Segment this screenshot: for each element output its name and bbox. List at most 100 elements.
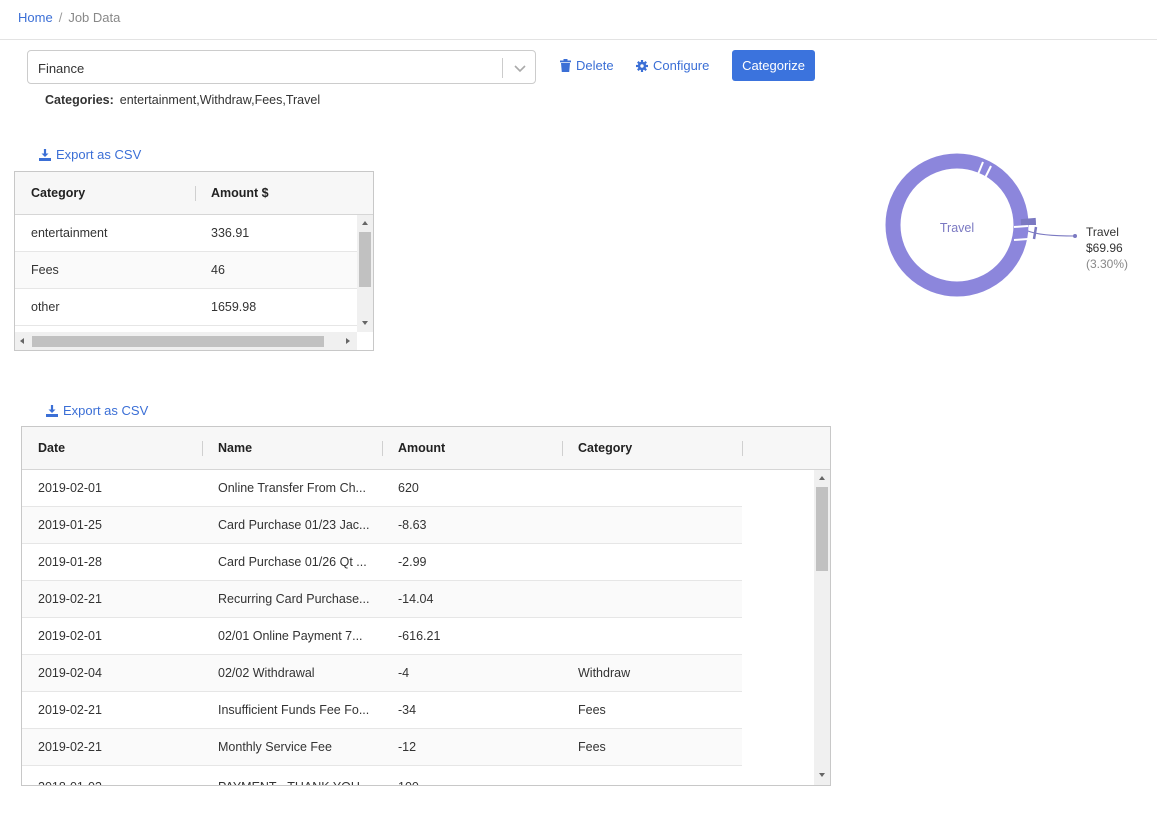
summary-export-csv-link[interactable]: Export as CSV — [39, 147, 141, 162]
cell-amount: 100 — [398, 769, 419, 785]
cell-name: Monthly Service Fee — [218, 740, 332, 754]
column-separator — [742, 441, 743, 456]
breadcrumb: Home / Job Data — [18, 10, 120, 25]
cell-date: 2018-01-03 — [38, 769, 102, 785]
summary-cell-amount: 1659.98 — [211, 300, 257, 314]
configure-label: Configure — [653, 58, 710, 73]
transactions-vertical-scroll-thumb[interactable] — [816, 487, 828, 571]
donut-center-label: Travel — [940, 221, 974, 235]
table-row[interactable]: entertainment 336.91 — [15, 215, 357, 252]
download-icon — [46, 404, 58, 417]
chevron-down-icon[interactable] — [512, 60, 528, 76]
summary-cell-category: entertainment — [31, 226, 108, 240]
donut-slice-gap — [1013, 238, 1029, 241]
cell-name: PAYMENT - THANK YOU — [218, 769, 360, 785]
scroll-up-arrow-icon[interactable] — [361, 221, 368, 225]
table-row[interactable]: Fees 46 — [15, 252, 357, 289]
column-separator — [562, 441, 563, 456]
cell-amount: -14.04 — [398, 592, 434, 606]
scroll-left-arrow-icon[interactable] — [20, 337, 24, 344]
column-separator — [202, 441, 203, 456]
gear-icon — [636, 59, 648, 72]
cell-amount: -8.63 — [398, 518, 427, 532]
cell-date: 2019-02-21 — [38, 592, 102, 606]
table-row[interactable]: 2019-01-28 Card Purchase 01/26 Qt ... -2… — [22, 544, 742, 581]
cell-category: Withdraw — [578, 666, 631, 680]
trash-icon — [560, 59, 571, 72]
cell-amount: -4 — [398, 666, 410, 680]
scroll-down-arrow-icon[interactable] — [818, 773, 825, 777]
scroll-right-arrow-icon[interactable] — [346, 337, 350, 344]
cell-category: Fees — [578, 703, 606, 717]
table-row[interactable]: 2019-02-01 Online Transfer From Ch... 62… — [22, 470, 742, 507]
cell-date: 2019-02-01 — [38, 481, 102, 495]
table-row[interactable]: 2019-02-21 Insufficient Funds Fee Fo... … — [22, 692, 742, 729]
summary-col-amount[interactable]: Amount $ — [211, 172, 269, 215]
cell-category: Fees — [578, 740, 606, 754]
cell-amount: -34 — [398, 703, 417, 717]
transactions-vertical-scrollbar[interactable] — [814, 470, 830, 785]
table-row[interactable]: 2019-02-21 Recurring Card Purchase... -1… — [22, 581, 742, 618]
donut-leader-dot — [1073, 234, 1077, 238]
cell-amount: -616.21 — [398, 629, 441, 643]
transactions-table: Date Name Amount Category 2019-02-01 Onl… — [21, 426, 831, 786]
transactions-col-name[interactable]: Name — [218, 427, 252, 470]
cell-name: Recurring Card Purchase... — [218, 592, 370, 606]
configure-button[interactable]: Configure — [636, 58, 709, 73]
table-row[interactable]: 2019-01-25 Card Purchase 01/23 Jac... -8… — [22, 507, 742, 544]
column-separator — [195, 186, 196, 201]
transactions-col-date[interactable]: Date — [38, 427, 65, 470]
breadcrumb-home-link[interactable]: Home — [18, 10, 53, 25]
categories-value: entertainment,Withdraw,Fees,Travel — [119, 93, 321, 107]
donut-slice-gap — [1013, 225, 1029, 228]
breadcrumb-separator: / — [58, 10, 63, 25]
scroll-down-arrow-icon[interactable] — [361, 321, 368, 325]
table-row[interactable]: 2019-02-01 02/01 Online Payment 7... -61… — [22, 618, 742, 655]
summary-horizontal-scrollbar[interactable] — [15, 332, 357, 350]
job-select-value: Finance — [38, 61, 85, 76]
categorize-button[interactable]: Categorize — [732, 50, 815, 81]
categories-line: Categories: entertainment,Withdraw,Fees,T… — [45, 93, 320, 107]
job-select[interactable]: Finance — [27, 50, 536, 84]
cell-amount: -2.99 — [398, 555, 427, 569]
cell-date: 2019-02-01 — [38, 629, 102, 643]
summary-col-category[interactable]: Category — [31, 172, 85, 215]
summary-cell-amount: 336.91 — [211, 226, 250, 240]
summary-horizontal-scroll-thumb[interactable] — [32, 336, 324, 347]
transactions-table-header: Date Name Amount Category — [22, 427, 830, 470]
donut-legend-name: Travel — [1086, 225, 1119, 239]
summary-cell-category: Fees — [31, 263, 59, 277]
donut-legend-percent: (3.30%) — [1086, 257, 1129, 271]
cell-date: 2019-02-04 — [38, 666, 102, 680]
cell-date: 2019-01-25 — [38, 518, 102, 532]
summary-table-header: Category Amount $ — [15, 172, 373, 215]
scroll-up-arrow-icon[interactable] — [818, 476, 825, 480]
cell-name: Online Transfer From Ch... — [218, 481, 366, 495]
transactions-export-label: Export as CSV — [63, 403, 149, 418]
download-icon — [39, 148, 51, 161]
cell-amount: 620 — [398, 481, 419, 495]
transactions-col-category[interactable]: Category — [578, 427, 632, 470]
cell-name: 02/01 Online Payment 7... — [218, 629, 363, 643]
summary-vertical-scrollbar[interactable] — [357, 215, 373, 332]
transactions-col-amount[interactable]: Amount — [398, 427, 445, 470]
summary-vertical-scroll-thumb[interactable] — [359, 232, 371, 287]
table-row[interactable]: 2018-01-03 PAYMENT - THANK YOU 100 — [22, 766, 742, 785]
cell-date: 2019-02-21 — [38, 740, 102, 754]
cell-name: Card Purchase 01/23 Jac... — [218, 518, 370, 532]
table-row[interactable]: 2019-02-21 Monthly Service Fee -12 Fees — [22, 729, 742, 766]
table-row[interactable]: other 1659.98 — [15, 289, 357, 326]
header-divider — [0, 39, 1157, 40]
summary-table: Category Amount $ entertainment 336.91 F… — [14, 171, 374, 351]
delete-label: Delete — [576, 58, 614, 73]
transactions-export-csv-link[interactable]: Export as CSV — [46, 403, 148, 418]
cell-date: 2019-02-21 — [38, 703, 102, 717]
categories-label: Categories: — [45, 93, 114, 107]
delete-button[interactable]: Delete — [560, 58, 614, 73]
column-separator — [382, 441, 383, 456]
table-row[interactable]: 2019-02-04 02/02 Withdrawal -4 Withdraw — [22, 655, 742, 692]
select-divider — [502, 58, 503, 78]
cell-name: Card Purchase 01/26 Qt ... — [218, 555, 367, 569]
cell-amount: -12 — [398, 740, 417, 754]
cell-name: 02/02 Withdrawal — [218, 666, 315, 680]
